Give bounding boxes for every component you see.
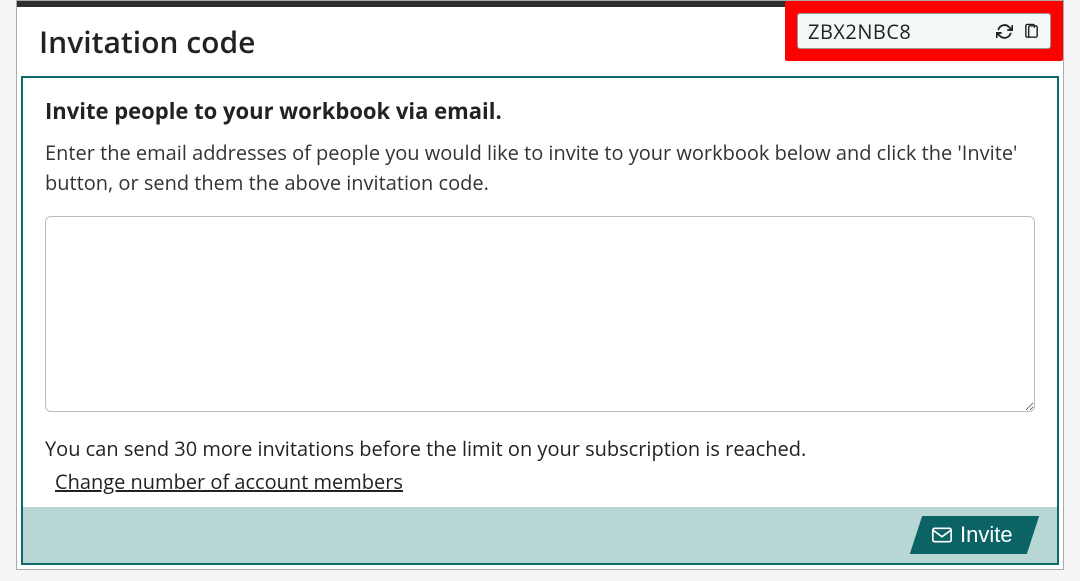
invitation-code-highlight: ZBX2NBC8: [785, 1, 1063, 61]
invite-panel: Invite people to your workbook via email…: [21, 76, 1059, 507]
invitation-code-value: ZBX2NBC8: [808, 18, 988, 45]
page-title: Invitation code: [39, 21, 255, 62]
envelope-icon: [932, 527, 952, 543]
footer-bar: Invite: [21, 507, 1059, 565]
invite-description: Enter the email addresses of people you …: [45, 138, 1035, 198]
invite-subheading: Invite people to your workbook via email…: [45, 96, 1035, 126]
invite-button-label: Invite: [960, 522, 1013, 548]
invitation-window: Invitation code ZBX2NBC8: [16, 0, 1064, 570]
invitation-code-field: ZBX2NBC8: [797, 13, 1051, 49]
invite-button[interactable]: Invite: [910, 516, 1039, 554]
copy-icon[interactable]: [1023, 23, 1040, 40]
email-addresses-input[interactable]: [45, 216, 1035, 412]
code-action-icons: [996, 23, 1040, 40]
header-row: Invitation code ZBX2NBC8: [17, 7, 1063, 76]
change-members-link[interactable]: Change number of account members: [55, 468, 403, 495]
refresh-icon[interactable]: [996, 23, 1013, 40]
invitation-limit-text: You can send 30 more invitations before …: [45, 435, 1035, 462]
